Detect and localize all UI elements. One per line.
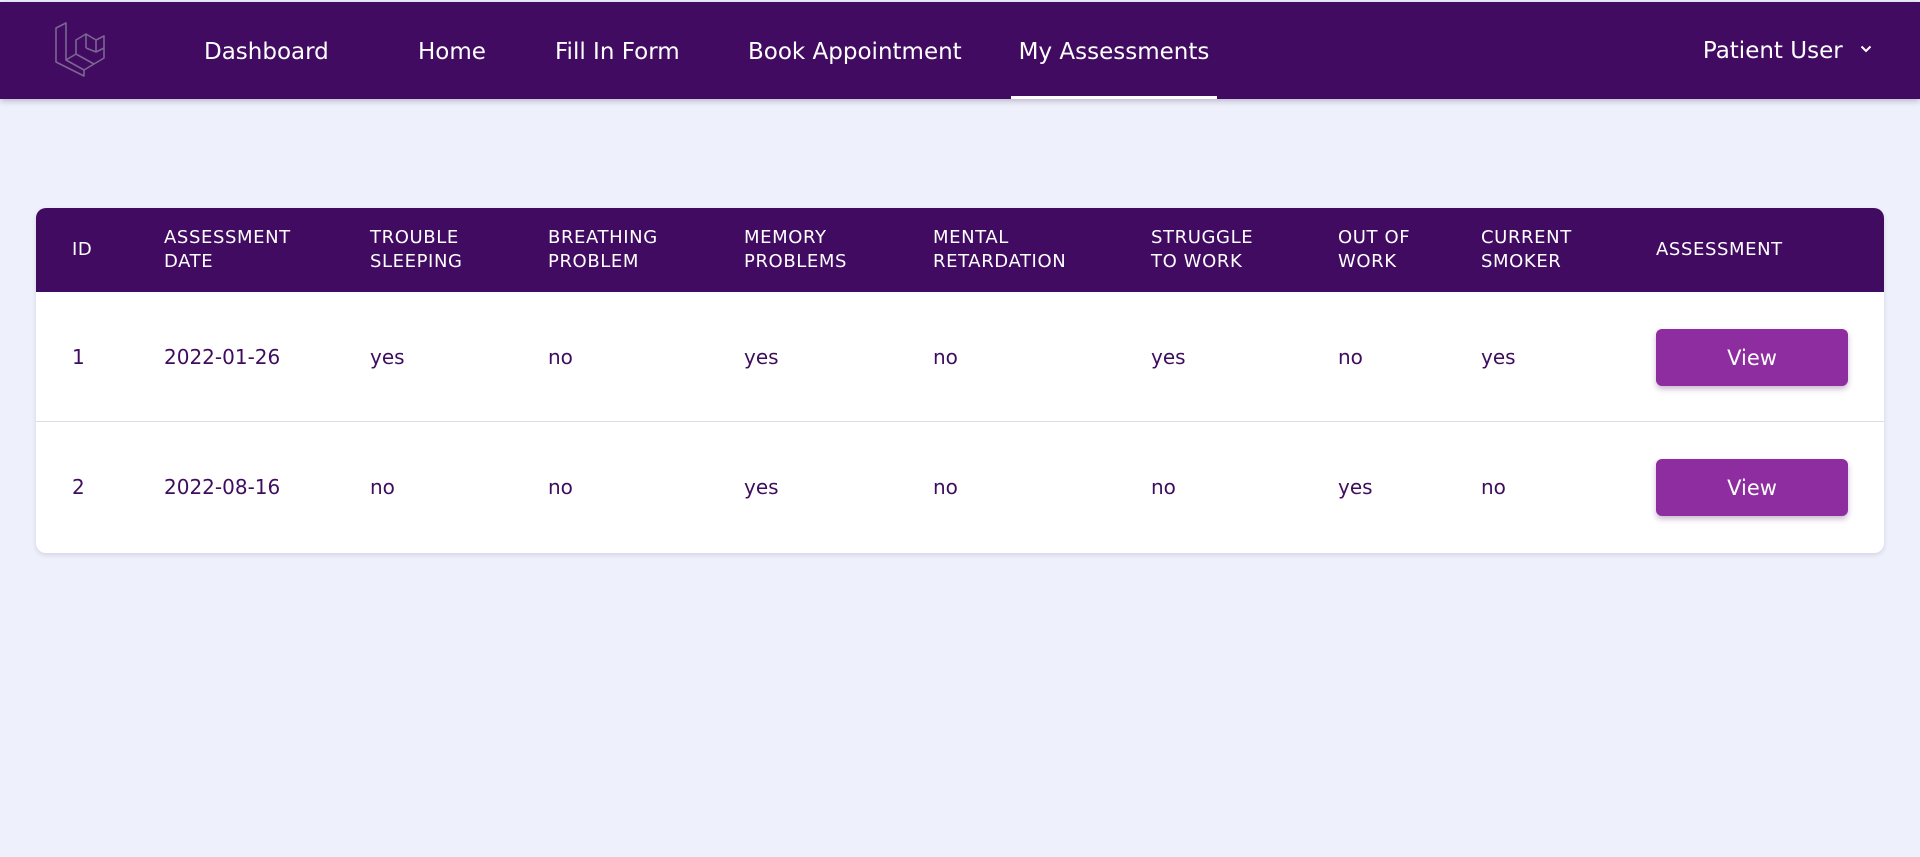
user-menu-dropdown[interactable]: Patient User xyxy=(1703,2,1872,99)
cell-breathing-problem: no xyxy=(548,475,573,499)
user-name: Patient User xyxy=(1702,38,1843,64)
header-current-smoker: CURRENT SMOKER xyxy=(1481,227,1572,272)
nav-home[interactable]: Home xyxy=(418,2,486,99)
cell-struggle-to-work: yes xyxy=(1151,345,1186,369)
table-header: ID ASSESSMENT DATE TROUBLE SLEEPING BREATH… xyxy=(36,208,1884,292)
nav-my-assessments[interactable]: My Assessments xyxy=(1011,2,1217,99)
header-mental-retardation: MENTAL RETARDATION xyxy=(933,227,1067,272)
cell-current-smoker: yes xyxy=(1481,345,1516,369)
assessments-table: ID ASSESSMENT DATE TROUBLE SLEEPING BREATH… xyxy=(36,208,1884,553)
view-assessment-button[interactable]: View xyxy=(1656,329,1848,386)
cell-id: 2 xyxy=(72,475,85,499)
table-row: 1 2022-01-26 yes no yes no yes no yes Vi… xyxy=(36,292,1884,422)
cell-assessment-date: 2022-08-16 xyxy=(164,475,281,499)
header-memory-problems: MEMORY PROBLEMS xyxy=(744,227,848,272)
cell-out-of-work: yes xyxy=(1338,475,1373,499)
cell-trouble-sleeping: no xyxy=(370,475,395,499)
cell-memory-problems: yes xyxy=(744,475,779,499)
cell-breathing-problem: no xyxy=(548,345,573,369)
cell-memory-problems: yes xyxy=(744,345,779,369)
header-trouble-sleeping: TROUBLE SLEEPING xyxy=(370,227,463,272)
cell-trouble-sleeping: yes xyxy=(370,345,405,369)
nav-fill-in-form[interactable]: Fill In Form xyxy=(555,2,680,99)
cell-mental-retardation: no xyxy=(933,475,958,499)
app-logo-icon[interactable] xyxy=(52,22,108,78)
top-navbar: Dashboard Home Fill In Form Book Appoint… xyxy=(0,2,1920,99)
table-row: 2 2022-08-16 no no yes no no yes no View xyxy=(36,422,1884,552)
header-breathing-problem: BREATHING PROBLEM xyxy=(548,227,658,272)
header-struggle-to-work: STRUGGLE TO WORK xyxy=(1151,227,1254,272)
cell-assessment-date: 2022-01-26 xyxy=(164,345,281,369)
header-assessment: ASSESSMENT xyxy=(1656,239,1783,260)
cell-current-smoker: no xyxy=(1481,475,1506,499)
header-assessment-date: ASSESSMENT DATE xyxy=(164,227,291,272)
view-assessment-button[interactable]: View xyxy=(1656,459,1848,516)
cell-id: 1 xyxy=(72,345,85,369)
chevron-down-icon xyxy=(1860,45,1872,52)
cell-mental-retardation: no xyxy=(933,345,958,369)
nav-dashboard[interactable]: Dashboard xyxy=(204,2,329,99)
cell-out-of-work: no xyxy=(1338,345,1363,369)
cell-struggle-to-work: no xyxy=(1151,475,1176,499)
nav-book-appointment[interactable]: Book Appointment xyxy=(748,2,962,99)
header-out-of-work: OUT OF WORK xyxy=(1338,227,1411,272)
header-id: ID xyxy=(72,239,93,260)
